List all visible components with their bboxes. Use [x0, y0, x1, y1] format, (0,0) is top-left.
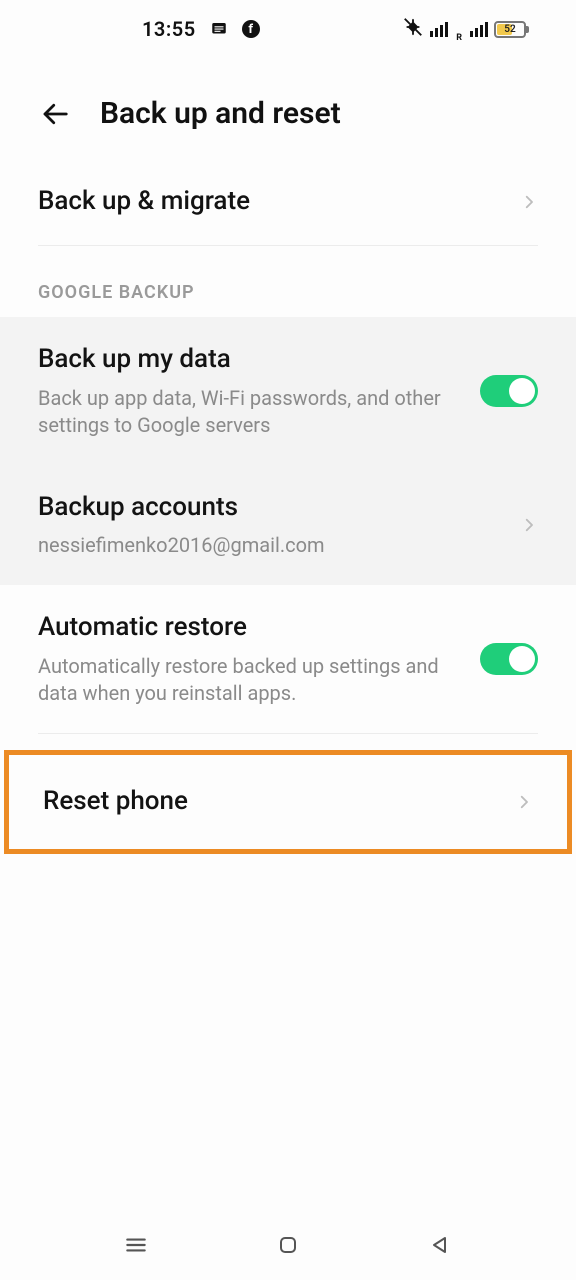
back-button[interactable]: [38, 97, 72, 131]
row-backup-my-data[interactable]: Back up my data Back up app data, Wi-Fi …: [0, 317, 576, 465]
battery-icon: 52: [494, 21, 526, 38]
roaming-label: R: [456, 33, 462, 43]
chevron-right-icon: [515, 793, 533, 811]
row-title: Backup accounts: [38, 491, 502, 525]
row-title: Reset phone: [43, 785, 497, 819]
row-title: Back up my data: [38, 343, 462, 377]
toggle-automatic-restore[interactable]: [480, 643, 538, 675]
nav-home-button[interactable]: [271, 1228, 305, 1262]
row-subtitle: Automatically restore backed up settings…: [38, 653, 462, 707]
chevron-right-icon: [520, 516, 538, 534]
nav-recent-button[interactable]: [119, 1228, 153, 1262]
row-reset-phone[interactable]: Reset phone: [9, 755, 567, 849]
status-time: 13:55: [142, 17, 196, 41]
row-automatic-restore[interactable]: Automatic restore Automatically restore …: [0, 585, 576, 733]
facebook-icon: f: [242, 20, 260, 38]
nav-back-button[interactable]: [423, 1228, 457, 1262]
status-bar: 13:55 f R 52: [0, 0, 576, 58]
chevron-right-icon: [520, 193, 538, 211]
page-header: Back up and reset: [0, 58, 576, 159]
toggle-backup-my-data[interactable]: [480, 375, 538, 407]
mute-icon: [402, 16, 424, 43]
highlight-reset-phone: Reset phone: [4, 750, 572, 854]
section-label-google-backup: GOOGLE BACKUP: [0, 246, 576, 317]
signal-1-icon: [430, 22, 448, 37]
system-navbar: [0, 1210, 576, 1280]
battery-percent: 52: [504, 24, 515, 35]
row-backup-accounts[interactable]: Backup accounts nessiefimenko2016@gmail.…: [0, 465, 576, 586]
row-title: Automatic restore: [38, 611, 462, 645]
divider: [38, 733, 538, 734]
row-subtitle: Back up app data, Wi-Fi passwords, and o…: [38, 385, 462, 439]
page-title: Back up and reset: [100, 96, 341, 131]
row-backup-migrate[interactable]: Back up & migrate: [0, 159, 576, 245]
row-subtitle: nessiefimenko2016@gmail.com: [38, 532, 502, 559]
message-icon: [210, 20, 228, 38]
row-title: Back up & migrate: [38, 185, 502, 219]
signal-2-icon: [470, 22, 488, 37]
